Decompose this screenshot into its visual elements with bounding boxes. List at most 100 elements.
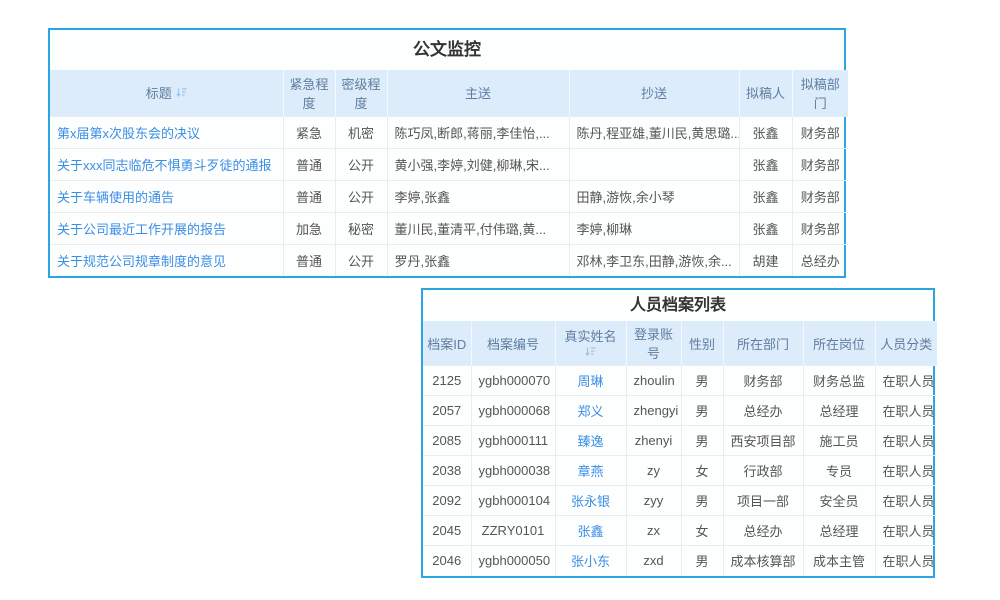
col-header-archive-no: 档案编号: [471, 321, 555, 366]
archive-id-cell: 2057: [423, 396, 471, 426]
draft-dept-cell: 财务部: [792, 180, 848, 212]
col-header-title-label: 标题: [146, 83, 172, 102]
title-link[interactable]: 关于车辆使用的通告: [50, 180, 283, 212]
document-monitor-card: 公文监控 标题: [48, 28, 846, 278]
category-cell: 在职人员: [875, 396, 937, 426]
draft-dept-cell: 财务部: [792, 212, 848, 244]
draft-dept-cell: 总经办: [792, 244, 848, 276]
table-row: 2057ygbh000068郑义zhengyi男总经办总经理在职人员: [423, 396, 937, 426]
title-link[interactable]: 关于xxx同志临危不惧勇斗歹徒的通报: [50, 148, 283, 180]
col-header-gender: 性别: [681, 321, 723, 366]
main-send-cell: 陈巧凤,断郎,蒋丽,李佳怡,...: [387, 116, 569, 148]
document-monitor-title: 公文监控: [50, 30, 844, 70]
table-row: 2092ygbh000104张永银zyy男项目一部安全员在职人员: [423, 486, 937, 516]
archive-id-cell: 2092: [423, 486, 471, 516]
col-header-urgency: 紧急程度: [283, 70, 335, 116]
gender-cell: 女: [681, 516, 723, 546]
header-row: 标题: [50, 70, 848, 116]
drafter-cell: 张鑫: [739, 148, 792, 180]
real-name-link[interactable]: 张永银: [555, 486, 626, 516]
category-cell: 在职人员: [875, 516, 937, 546]
archive-id-cell: 2125: [423, 366, 471, 396]
draft-dept-cell: 财务部: [792, 116, 848, 148]
category-cell: 在职人员: [875, 426, 937, 456]
col-header-title[interactable]: 标题: [50, 70, 283, 116]
draft-dept-cell: 财务部: [792, 148, 848, 180]
col-header-cc: 抄送: [569, 70, 739, 116]
category-cell: 在职人员: [875, 546, 937, 576]
title-link[interactable]: 第x届第x次股东会的决议: [50, 116, 283, 148]
login-account-cell: zy: [626, 456, 681, 486]
department-cell: 行政部: [723, 456, 803, 486]
archive-id-cell: 2045: [423, 516, 471, 546]
archive-id-cell: 2038: [423, 456, 471, 486]
department-cell: 总经办: [723, 516, 803, 546]
table-row: 关于规范公司规章制度的意见普通公开罗丹,张鑫邓林,李卫东,田静,游恢,余...胡…: [50, 244, 848, 276]
archive-no-cell: ygbh000070: [471, 366, 555, 396]
col-header-drafter: 拟稿人: [739, 70, 792, 116]
secrecy-cell: 公开: [335, 244, 387, 276]
col-header-login-account: 登录账号: [626, 321, 681, 366]
urgency-cell: 加急: [283, 212, 335, 244]
real-name-link[interactable]: 臻逸: [555, 426, 626, 456]
sort-icon: [176, 87, 187, 98]
cc-cell: [569, 148, 739, 180]
col-header-real-name[interactable]: 真实姓名: [555, 321, 626, 366]
gender-cell: 男: [681, 546, 723, 576]
table-row: 2085ygbh000111臻逸zhenyi男西安项目部施工员在职人员: [423, 426, 937, 456]
urgency-cell: 普通: [283, 180, 335, 212]
login-account-cell: zxd: [626, 546, 681, 576]
real-name-link[interactable]: 张小东: [555, 546, 626, 576]
department-cell: 西安项目部: [723, 426, 803, 456]
table-row: 关于xxx同志临危不惧勇斗歹徒的通报普通公开黄小强,李婷,刘健,柳琳,宋...张…: [50, 148, 848, 180]
real-name-link[interactable]: 周琳: [555, 366, 626, 396]
secrecy-cell: 秘密: [335, 212, 387, 244]
drafter-cell: 胡建: [739, 244, 792, 276]
archive-no-cell: ygbh000068: [471, 396, 555, 426]
urgency-cell: 紧急: [283, 116, 335, 148]
col-header-secrecy: 密级程度: [335, 70, 387, 116]
archive-no-cell: ygbh000111: [471, 426, 555, 456]
gender-cell: 男: [681, 396, 723, 426]
archive-id-cell: 2046: [423, 546, 471, 576]
col-header-draft-dept: 拟稿部门: [792, 70, 848, 116]
real-name-link[interactable]: 郑义: [555, 396, 626, 426]
position-cell: 总经理: [803, 516, 875, 546]
login-account-cell: zhoulin: [626, 366, 681, 396]
table-row: 2045ZZRY0101张鑫zx女总经办总经理在职人员: [423, 516, 937, 546]
drafter-cell: 张鑫: [739, 116, 792, 148]
drafter-cell: 张鑫: [739, 212, 792, 244]
login-account-cell: zx: [626, 516, 681, 546]
gender-cell: 女: [681, 456, 723, 486]
cc-cell: 李婷,柳琳: [569, 212, 739, 244]
login-account-cell: zhenyi: [626, 426, 681, 456]
col-header-position: 所在岗位: [803, 321, 875, 366]
title-link[interactable]: 关于公司最近工作开展的报告: [50, 212, 283, 244]
sort-icon: [585, 346, 596, 357]
category-cell: 在职人员: [875, 366, 937, 396]
drafter-cell: 张鑫: [739, 180, 792, 212]
login-account-cell: zhengyi: [626, 396, 681, 426]
document-monitor-table: 标题: [50, 70, 848, 276]
gender-cell: 男: [681, 366, 723, 396]
category-cell: 在职人员: [875, 486, 937, 516]
header-row: 档案ID 档案编号 真实姓名: [423, 321, 937, 366]
main-send-cell: 罗丹,张鑫: [387, 244, 569, 276]
personnel-archive-table: 档案ID 档案编号 真实姓名: [423, 321, 937, 576]
cc-cell: 陈丹,程亚雄,董川民,黄思璐...: [569, 116, 739, 148]
category-cell: 在职人员: [875, 456, 937, 486]
col-header-department: 所在部门: [723, 321, 803, 366]
table-row: 关于车辆使用的通告普通公开李婷,张鑫田静,游恢,余小琴张鑫财务部: [50, 180, 848, 212]
archive-no-cell: ygbh000038: [471, 456, 555, 486]
cc-cell: 田静,游恢,余小琴: [569, 180, 739, 212]
real-name-link[interactable]: 张鑫: [555, 516, 626, 546]
title-link[interactable]: 关于规范公司规章制度的意见: [50, 244, 283, 276]
position-cell: 财务总监: [803, 366, 875, 396]
archive-no-cell: ygbh000050: [471, 546, 555, 576]
login-account-cell: zyy: [626, 486, 681, 516]
position-cell: 成本主管: [803, 546, 875, 576]
real-name-link[interactable]: 章燕: [555, 456, 626, 486]
urgency-cell: 普通: [283, 244, 335, 276]
personnel-archive-title: 人员档案列表: [423, 290, 933, 321]
col-header-real-name-label: 真实姓名: [564, 329, 616, 345]
